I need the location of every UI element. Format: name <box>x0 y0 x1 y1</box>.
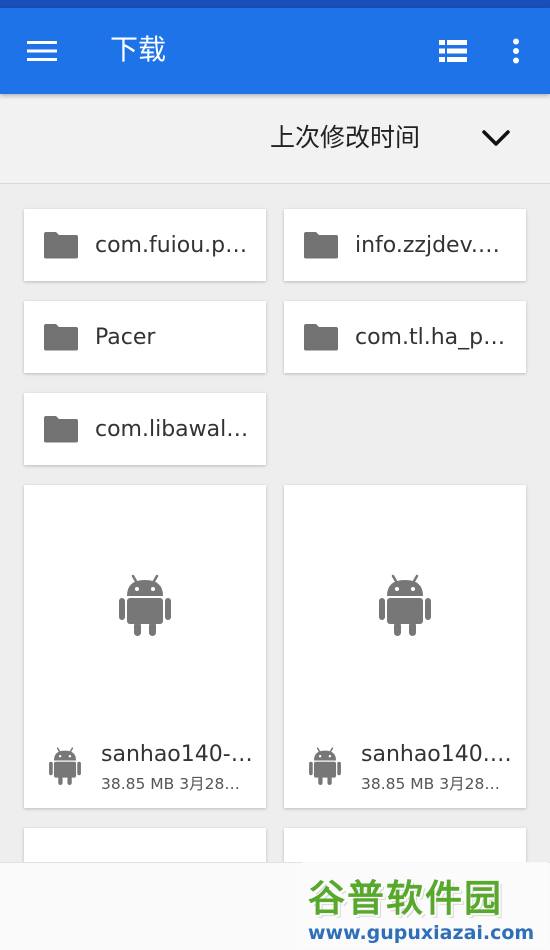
app-bar: 下载 <box>0 8 550 94</box>
file-meta: 38.85 MB 3月28… <box>101 775 240 793</box>
folder-icon <box>304 232 338 259</box>
folder-icon <box>44 416 78 443</box>
more-vert-icon <box>513 38 519 64</box>
folder-name: Pacer <box>95 324 156 350</box>
android-icon <box>119 574 171 636</box>
folder-name: info.zzjdev.… <box>355 232 500 258</box>
file-thumbnail <box>284 485 526 725</box>
android-icon <box>379 574 431 636</box>
sort-label[interactable]: 上次修改时间 <box>270 122 420 154</box>
folder-name: com.libawal… <box>95 416 249 442</box>
file-name: sanhao140-… <box>101 742 253 767</box>
android-icon <box>49 747 81 785</box>
sort-dropdown-button[interactable] <box>476 118 516 158</box>
list-view-icon <box>439 40 467 62</box>
file-item[interactable]: sanhao140.… 38.85 MB 3月28… <box>284 485 526 808</box>
folder-icon <box>44 232 78 259</box>
file-name: sanhao140.… <box>361 742 512 767</box>
folder-name: com.tl.ha_p… <box>355 324 506 350</box>
page-title: 下载 <box>110 33 167 66</box>
menu-button[interactable] <box>22 34 62 68</box>
file-item-partial[interactable] <box>284 828 526 862</box>
watermark-url: www.gupuxiazai.com <box>308 922 535 944</box>
file-item-partial[interactable] <box>24 828 266 862</box>
file-item[interactable]: sanhao140-… 38.85 MB 3月28… <box>24 485 266 808</box>
folder-item[interactable]: info.zzjdev.… <box>284 209 526 281</box>
android-icon <box>309 747 341 785</box>
watermark-logo: 谷普软件园 <box>308 877 503 920</box>
folder-item[interactable]: com.libawal… <box>24 393 266 465</box>
file-grid: com.fuiou.p… info.zzjdev.… Pacer com.tl.… <box>0 185 550 862</box>
status-bar-strip <box>0 0 550 8</box>
watermark: 谷普软件园 www.gupuxiazai.com <box>302 862 548 948</box>
more-options-button[interactable] <box>500 34 532 68</box>
folder-item[interactable]: Pacer <box>24 301 266 373</box>
sort-bar: 上次修改时间 <box>0 94 550 184</box>
hamburger-menu-icon <box>27 41 57 61</box>
folder-name: com.fuiou.p… <box>95 232 248 258</box>
folder-item[interactable]: com.tl.ha_p… <box>284 301 526 373</box>
file-thumbnail <box>24 485 266 725</box>
file-meta: 38.85 MB 3月28… <box>361 775 500 793</box>
view-toggle-button[interactable] <box>434 34 472 68</box>
folder-icon <box>304 324 338 351</box>
folder-icon <box>44 324 78 351</box>
chevron-down-icon <box>482 130 510 146</box>
folder-item[interactable]: com.fuiou.p… <box>24 209 266 281</box>
